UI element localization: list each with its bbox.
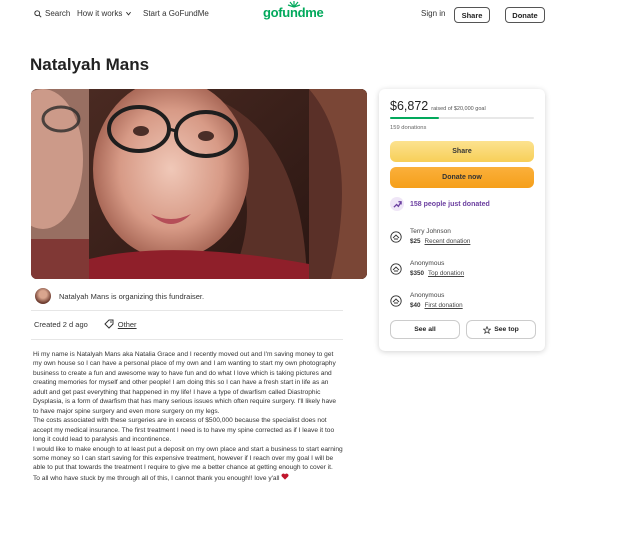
donor-name: Anonymous [410,292,445,299]
how-it-works-label: How it works [77,9,123,18]
page-title: Natalyah Mans [30,55,150,74]
nav-share-button[interactable]: Share [454,7,490,23]
hero-photo [31,89,367,279]
story-paragraph: I would like to make enough to at least … [33,445,343,472]
donor-icon [390,231,402,243]
story-paragraph: The costs associated with these surgerie… [33,417,335,444]
see-all-button[interactable]: See all [390,320,460,339]
meta-row: Created 2 d ago Other [34,319,137,329]
start-gofundme-link[interactable]: Start a GoFundMe [143,9,209,18]
story-paragraph: To all who have stuck by me through all … [33,473,343,483]
start-gofundme-label: Start a GoFundMe [143,9,209,18]
donor-line: $40 First donation [410,302,463,309]
how-it-works-link[interactable]: How it works [77,9,132,18]
donation-card: $6,872 raised of $20,000 goal 159 donati… [379,89,545,351]
donor-icon [390,295,402,307]
share-button[interactable]: Share [390,141,534,162]
donor-item: Anonymous $350 Top donation [390,260,464,277]
story-text: Hi my name is Natalyah Mans aka Natalia … [33,350,343,483]
created-text: Created 2 d ago [34,319,88,329]
donor-amount: $25 [410,238,421,245]
donor-amount: $350 [410,270,425,277]
sign-in-link[interactable]: Sign in [421,9,445,18]
donor-amount: $40 [410,302,421,309]
search-link[interactable]: Search [34,9,70,18]
heart-icon [281,473,289,480]
progress-fill [390,117,439,119]
donor-item: Terry Johnson $25 Recent donation [390,228,470,245]
just-donated-text: 158 people just donated [410,200,490,208]
tag-icon [104,319,114,329]
organizer-avatar [35,288,51,304]
donor-tag[interactable]: Top donation [428,270,464,277]
search-icon [34,9,42,18]
gofundme-logo[interactable]: gofundme [263,5,324,20]
story-paragraph: Hi my name is Natalyah Mans aka Natalia … [33,351,337,415]
just-donated-row: 158 people just donated [390,197,490,211]
divider [31,339,343,340]
goal-text: raised of $20,000 goal [431,106,486,112]
sign-in-label: Sign in [421,9,446,18]
story-closing: To all who have stuck by me through all … [33,474,280,482]
see-top-label: See top [494,326,519,333]
donor-tag[interactable]: Recent donation [425,238,471,245]
donor-text: Anonymous $40 First donation [410,292,463,309]
donations-count: 159 donations [390,125,427,131]
search-label: Search [45,9,71,18]
chevron-down-icon [126,11,132,16]
top-nav: Search How it works Start a GoFundMe gof… [0,0,634,30]
raised-row: $6,872 raised of $20,000 goal [390,99,486,113]
donor-icon [390,263,402,275]
category-link[interactable]: Other [118,320,137,329]
trend-up-icon [390,197,404,211]
donor-line: $25 Recent donation [410,238,470,245]
divider [31,310,343,311]
progress-bar [390,117,534,119]
fundraiser-hero-image[interactable] [31,89,367,279]
donor-text: Terry Johnson $25 Recent donation [410,228,470,245]
donor-line: $350 Top donation [410,270,464,277]
organizer-text: Natalyah Mans is organizing this fundrai… [59,291,205,301]
donor-tag[interactable]: First donation [425,302,463,309]
see-top-button[interactable]: See top [466,320,536,339]
donate-now-button[interactable]: Donate now [390,167,534,188]
donor-name: Terry Johnson [410,228,451,235]
nav-donate-button[interactable]: Donate [505,7,545,23]
organizer-row: Natalyah Mans is organizing this fundrai… [31,285,367,307]
donor-item: Anonymous $40 First donation [390,292,463,309]
donor-name: Anonymous [410,260,445,267]
raised-amount: $6,872 [390,99,429,113]
star-icon [483,325,492,334]
donor-text: Anonymous $350 Top donation [410,260,464,277]
